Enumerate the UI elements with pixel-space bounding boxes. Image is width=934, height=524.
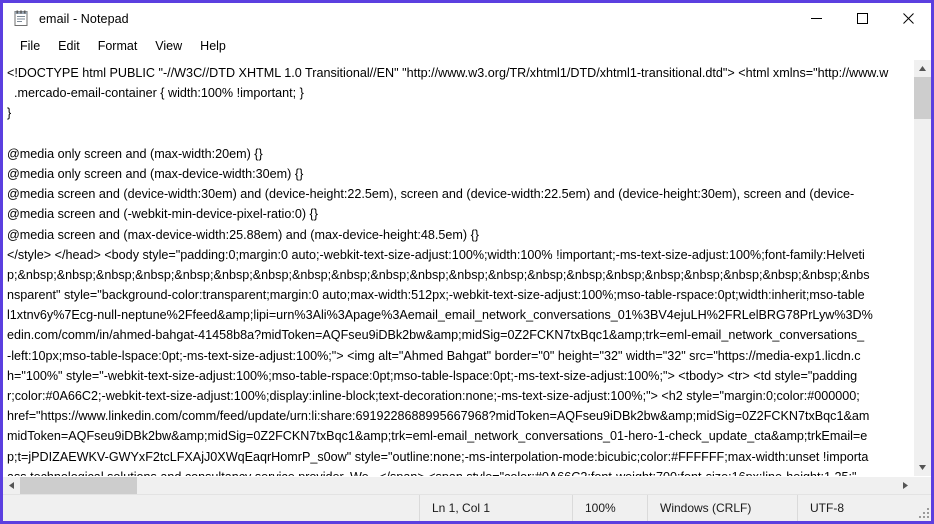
horizontal-scrollbar[interactable] xyxy=(3,476,931,494)
text-line: @media only screen and (max-width:20em) … xyxy=(7,146,263,161)
scroll-right-button[interactable] xyxy=(897,477,914,494)
scroll-down-button[interactable] xyxy=(914,459,931,476)
minimize-button[interactable] xyxy=(793,3,839,34)
editor-row: <!DOCTYPE html PUBLIC "-//W3C//DTD XHTML… xyxy=(3,60,931,476)
editor-region: <!DOCTYPE html PUBLIC "-//W3C//DTD XHTML… xyxy=(3,60,931,494)
scroll-left-button[interactable] xyxy=(3,477,20,494)
window-controls xyxy=(793,3,931,34)
notepad-window: email - Notepad File Edit Format View He… xyxy=(0,0,934,524)
title-bar-left: email - Notepad xyxy=(3,10,129,27)
text-line: @media only screen and (max-device-width… xyxy=(7,166,304,181)
status-encoding[interactable]: UTF-8 xyxy=(797,495,917,521)
status-cursor-position[interactable]: Ln 1, Col 1 xyxy=(419,495,572,521)
text-line: } xyxy=(7,106,12,121)
vertical-scroll-thumb[interactable] xyxy=(914,77,931,119)
scroll-up-button[interactable] xyxy=(914,60,931,77)
status-bar: Ln 1, Col 1 100% Windows (CRLF) UTF-8 xyxy=(3,494,931,521)
text-line: p;&nbsp;&nbsp;&nbsp;&nbsp;&nbsp;&nbsp;&n… xyxy=(7,267,870,282)
status-line-ending[interactable]: Windows (CRLF) xyxy=(647,495,797,521)
maximize-button[interactable] xyxy=(839,3,885,34)
text-line: midToken=AQFseu9iDBk2bw&amp;midSig=0Z2FC… xyxy=(7,429,868,444)
text-line: edin.com/comm/in/ahmed-bahgat-41458b8a?m… xyxy=(7,328,865,343)
text-line: href="https://www.linkedin.com/comm/feed… xyxy=(7,409,870,424)
text-line: l1xtnv6y%7Ecg-null-neptune%2Ffeed&amp;li… xyxy=(7,308,873,323)
window-title: email - Notepad xyxy=(39,11,129,26)
menu-bar: File Edit Format View Help xyxy=(3,34,931,60)
text-line: r;color:#0A66C2;-webkit-text-size-adjust… xyxy=(7,389,860,403)
text-line xyxy=(7,124,913,144)
text-line: h="100%" style="-webkit-text-size-adjust… xyxy=(7,368,858,383)
scrollbar-corner xyxy=(914,477,931,494)
horizontal-scroll-track[interactable] xyxy=(137,477,897,494)
close-button[interactable] xyxy=(885,3,931,34)
text-line: p;t=jPDIZAEWKV-GWYxF2tcLFXAjJ0XWqEaqrHom… xyxy=(7,449,869,464)
title-bar[interactable]: email - Notepad xyxy=(3,3,931,34)
text-line: @media screen and (-webkit-min-device-pi… xyxy=(7,207,318,222)
text-line: .mercado-email-container { width:100% !i… xyxy=(7,86,304,101)
text-line: </style> </head> <body style="padding:0;… xyxy=(7,247,865,262)
text-line: <!DOCTYPE html PUBLIC "-//W3C//DTD XHTML… xyxy=(7,66,889,80)
text-line: @media screen and (max-device-width:25.8… xyxy=(7,227,479,242)
menu-item-format[interactable]: Format xyxy=(89,36,147,57)
notepad-icon xyxy=(13,10,30,27)
menu-item-edit[interactable]: Edit xyxy=(49,36,89,57)
text-line: nsparent" style="background-color:transp… xyxy=(7,288,865,303)
text-line: @media screen and (device-width:30em) an… xyxy=(7,187,855,202)
menu-item-view[interactable]: View xyxy=(146,36,191,57)
status-zoom-level[interactable]: 100% xyxy=(572,495,647,521)
resize-grip[interactable] xyxy=(917,495,931,521)
horizontal-scroll-thumb[interactable] xyxy=(20,477,137,494)
vertical-scrollbar[interactable] xyxy=(913,60,931,476)
menu-item-file[interactable]: File xyxy=(11,36,49,57)
menu-item-help[interactable]: Help xyxy=(191,36,235,57)
text-line: ass technological solutions and consulta… xyxy=(7,467,913,476)
text-line: -left:10px;mso-table-lspace:0pt;-ms-text… xyxy=(7,348,861,363)
text-editor[interactable]: <!DOCTYPE html PUBLIC "-//W3C//DTD XHTML… xyxy=(3,60,913,476)
vertical-scroll-track[interactable] xyxy=(914,119,931,459)
